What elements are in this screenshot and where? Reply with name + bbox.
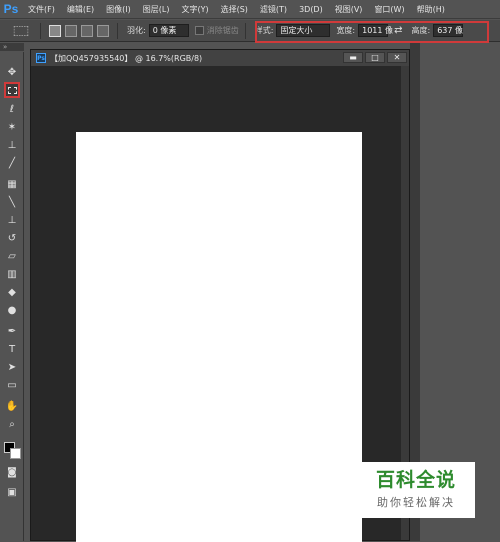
antialias-label: 消除锯齿 <box>206 26 239 35</box>
watermark-title-row: 百科全说 <box>357 466 475 491</box>
rect-marquee-tool-icon[interactable] <box>4 82 20 98</box>
divider <box>40 22 41 39</box>
feather-input[interactable]: 0 像素 <box>148 24 189 37</box>
menu-window[interactable]: 窗口(W) <box>368 0 410 19</box>
healing-tool-icon[interactable]: ▦ <box>4 176 20 192</box>
menu-3d[interactable]: 3D(D) <box>293 0 329 19</box>
menu-edit[interactable]: 编辑(E) <box>61 0 100 19</box>
minimize-button[interactable]: ▬ <box>343 52 363 63</box>
zoom-tool-icon[interactable]: ⌕ <box>4 416 20 432</box>
subtract-selection-button[interactable] <box>81 24 93 37</box>
blur-tool-icon[interactable]: ◆ <box>4 284 20 300</box>
menu-view[interactable]: 视图(V) <box>329 0 369 19</box>
crop-tool-icon[interactable]: ⊥ <box>4 137 20 153</box>
menu-image[interactable]: 图像(I) <box>100 0 137 19</box>
tool-preset-picker[interactable] <box>13 25 29 36</box>
new-selection-button[interactable] <box>49 24 61 37</box>
history-brush-tool-icon[interactable]: ↺ <box>4 230 20 246</box>
photoshop-logo: Ps <box>3 2 19 16</box>
maximize-button[interactable]: □ <box>365 52 385 63</box>
document-window: Ps 【加QQ457935540】 @ 16.7%(RGB/8) ▬ □ ✕ <box>30 49 410 542</box>
menu-bar: Ps 文件(F) 编辑(E) 图像(I) 图层(L) 文字(Y) 选择(S) 滤… <box>0 0 500 19</box>
magic-wand-tool-icon[interactable]: ✶ <box>4 119 20 135</box>
menu-filter[interactable]: 滤镜(T) <box>254 0 293 19</box>
watermark-title: 百科全说 <box>375 468 456 491</box>
dodge-tool-icon[interactable]: ● <box>4 302 20 318</box>
document-title: 【加QQ457935540】 @ 16.7%(RGB/8) <box>50 53 203 63</box>
close-button[interactable]: ✕ <box>387 52 407 63</box>
path-select-tool-icon[interactable]: ➤ <box>4 359 20 375</box>
feather-label: 羽化: <box>127 26 146 35</box>
divider <box>117 22 118 39</box>
shape-tool-icon[interactable]: ▭ <box>4 377 20 393</box>
menu-file[interactable]: 文件(F) <box>22 0 61 19</box>
document-tab[interactable]: Ps 【加QQ457935540】 @ 16.7%(RGB/8) ▬ □ ✕ <box>31 50 409 66</box>
menu-select[interactable]: 选择(S) <box>215 0 254 19</box>
hand-tool-icon[interactable]: ✋ <box>4 398 20 414</box>
watermark-subtitle: 助你轻松解决 <box>377 496 455 509</box>
menu-help[interactable]: 帮助(H) <box>411 0 451 19</box>
antialias-checkbox[interactable] <box>194 26 204 35</box>
menu-layer[interactable]: 图层(L) <box>137 0 176 19</box>
divider <box>244 22 246 39</box>
move-tool-icon[interactable]: ✥ <box>4 64 20 80</box>
brush-tool-icon[interactable]: ╲ <box>4 194 20 210</box>
watermark: 百科全说 助你轻松解决 <box>357 462 475 518</box>
canvas[interactable] <box>76 132 362 542</box>
highlight-box <box>255 21 489 43</box>
quick-mask-icon[interactable]: ◙ <box>4 464 20 480</box>
eraser-tool-icon[interactable]: ▱ <box>4 248 20 264</box>
toolbox: ✥ ℓ ✶ ⊥ ╱ ▦ ╲ ⊥ ↺ ▱ ▥ ◆ ● ✒ T ➤ ▭ ✋ ⌕ ◙ … <box>0 52 24 541</box>
lasso-tool-icon[interactable]: ℓ <box>4 101 20 117</box>
marquee-glyph-icon <box>7 86 17 94</box>
menu-type[interactable]: 文字(Y) <box>175 0 214 19</box>
eyedropper-tool-icon[interactable]: ╱ <box>4 155 20 171</box>
window-controls: ▬ □ ✕ <box>341 52 407 63</box>
pen-tool-icon[interactable]: ✒ <box>4 323 20 339</box>
background-color-swatch[interactable] <box>10 448 21 459</box>
screen-mode-icon[interactable]: ▣ <box>4 484 20 500</box>
intersect-selection-button[interactable] <box>97 24 109 37</box>
toolbox-collapse-icon[interactable]: » <box>0 43 24 51</box>
gradient-tool-icon[interactable]: ▥ <box>4 266 20 282</box>
clone-stamp-tool-icon[interactable]: ⊥ <box>4 212 20 228</box>
document-ps-icon: Ps <box>36 53 46 63</box>
add-selection-button[interactable] <box>65 24 77 37</box>
type-tool-icon[interactable]: T <box>4 341 20 357</box>
